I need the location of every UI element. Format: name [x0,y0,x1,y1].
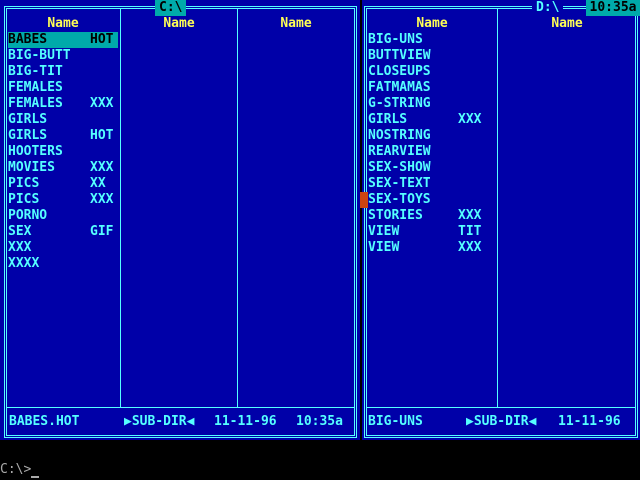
file-name: REARVIEW [368,144,431,159]
file-name: SEX-SHOW [368,160,431,175]
file-name: G-STRING [368,96,431,111]
panel-cursor-marker [360,192,368,208]
file-extension: TIT [458,224,482,239]
status-divider [7,407,354,408]
status-file-name: BIG-UNS [368,414,423,429]
file-name: GIRLS [8,128,48,143]
status-divider [367,407,635,408]
command-prompt: C:\> [0,462,32,477]
file-name: PORNO [8,208,48,223]
column-header-name: Name [416,16,448,31]
file-entry[interactable]: FEMALES [8,80,112,96]
file-name: FATMAMAS [368,80,431,95]
file-name: BIG-BUTT [8,48,71,63]
file-extension: HOT [90,128,114,143]
command-line[interactable]: C:\> [0,462,40,478]
file-name: STORIES [368,208,423,223]
file-name: MOVIES [8,160,55,175]
file-name: SEX-TOYS [368,192,431,207]
file-entry[interactable]: SEX-TEXT [368,176,472,192]
status-file-date: 11-11-96 [214,414,277,429]
file-name: NOSTRING [368,128,431,143]
file-name: BUTTVIEW [368,48,431,63]
file-name: VIEW [368,224,400,239]
status-file-type: ▶SUB-DIR◀ [124,414,195,429]
file-extension: XXX [90,192,114,207]
status-file-name: BABES.HOT [9,414,80,429]
file-extension: XX [90,176,106,191]
file-name: FEMALES [8,96,63,111]
file-entry[interactable]: XXXX [8,256,112,272]
file-entry[interactable]: GIRLS [8,112,112,128]
file-entry[interactable]: SEX GIF [8,224,114,240]
file-entry[interactable]: BIG-UNS [368,32,472,48]
file-entry[interactable]: G-STRING [368,96,472,112]
file-entry[interactable]: BABES HOT [8,32,118,48]
file-entry[interactable]: GIRLS XXX [368,112,481,128]
file-entry[interactable]: GIRLS HOT [8,128,114,144]
file-entry[interactable]: BIG-BUTT [8,48,112,64]
file-entry[interactable]: PICS XX [8,176,112,192]
file-extension: HOT [90,32,114,47]
column-divider [120,9,121,407]
file-name: PICS [8,192,40,207]
column-header-name: Name [163,16,195,31]
column-divider [237,9,238,407]
file-name: SEX [8,224,32,239]
status-file-date: 11-11-96 [558,414,621,429]
file-entry[interactable]: PICS XXX [8,192,114,208]
text-cursor [31,466,40,478]
clock: 10:35a [586,0,640,16]
status-file-type: ▶SUB-DIR◀ [466,414,537,429]
status-file-time: 10:35a [296,414,343,429]
file-name: XXX [8,240,32,255]
file-entry[interactable]: NOSTRING [368,128,472,144]
file-entry[interactable]: PORNO [8,208,112,224]
left-drive-title[interactable]: C:\ [155,0,187,16]
file-entry[interactable]: CLOSEUPS [368,64,472,80]
right-drive-title[interactable]: D:\ [532,0,564,16]
file-name: BIG-TIT [8,64,63,79]
file-entry[interactable]: REARVIEW [368,144,472,160]
file-name: XXXX [8,256,40,271]
file-extension: XXX [458,208,482,223]
column-divider [497,9,498,407]
file-entry[interactable]: FEMALES XXX [8,96,114,112]
file-name: FEMALES [8,80,63,95]
file-name: BABES [8,32,48,47]
file-name: BIG-UNS [368,32,423,47]
file-entry[interactable]: MOVIES XXX [8,160,114,176]
file-entry[interactable]: VIEW TIT [368,224,481,240]
column-header-name: Name [47,16,79,31]
file-entry[interactable]: FATMAMAS [368,80,472,96]
file-name: VIEW [368,240,400,255]
file-name: CLOSEUPS [368,64,431,79]
file-name: GIRLS [368,112,408,127]
file-entry[interactable]: SEX-SHOW [368,160,472,176]
file-entry[interactable]: XXX [8,240,112,256]
file-entry[interactable]: HOOTERS [8,144,112,160]
file-extension: XXX [458,112,482,127]
right-file-panel[interactable]: D:\ Name Name BIG-UNS BUTTVIEW CLOSEUPS FAT… [362,0,640,440]
file-extension: GIF [90,224,114,239]
left-file-panel[interactable]: C:\ Name Name Name BABES HOT BIG-BUTT BIG-T… [0,0,360,440]
file-name: GIRLS [8,112,48,127]
file-extension: XXX [90,96,114,111]
file-entry[interactable]: SEX-TOYS [368,192,472,208]
file-extension: XXX [458,240,482,255]
file-extension: XXX [90,160,114,175]
file-name: SEX-TEXT [368,176,431,191]
file-entry[interactable]: STORIES XXX [368,208,481,224]
file-entry[interactable]: BUTTVIEW [368,48,472,64]
file-entry[interactable]: VIEW XXX [368,240,481,256]
column-header-name: Name [551,16,583,31]
file-name: PICS [8,176,40,191]
file-entry[interactable]: BIG-TIT [8,64,112,80]
file-name: HOOTERS [8,144,63,159]
column-header-name: Name [280,16,312,31]
